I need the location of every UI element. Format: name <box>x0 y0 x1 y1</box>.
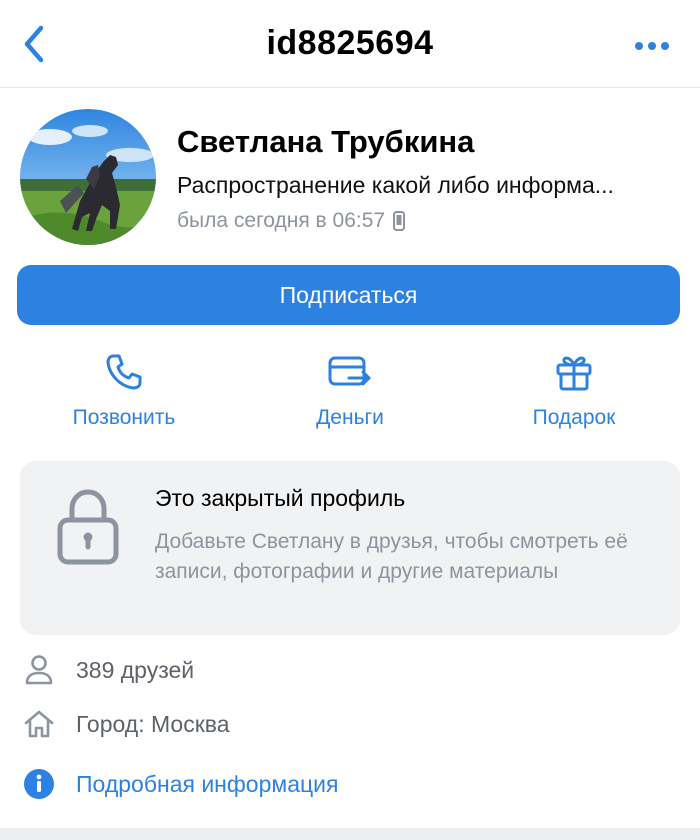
closed-profile-card: Это закрытый профиль Добавьте Светлану в… <box>20 461 680 635</box>
profile-name: Светлана Трубкина <box>177 124 475 159</box>
home-icon <box>24 710 54 738</box>
profile-status[interactable]: Распространение какой либо информа... <box>177 172 677 199</box>
mobile-phone-icon <box>393 211 406 231</box>
gift-icon <box>556 356 592 391</box>
user-icon <box>25 655 53 685</box>
city-text: Город: Москва <box>76 710 230 737</box>
call-action[interactable]: Позвонить <box>24 352 224 442</box>
friends-row[interactable]: 389 друзей <box>22 650 194 690</box>
section-divider <box>0 828 700 840</box>
profile-page: id8825694 Светлана Трубкина Распростране… <box>0 0 700 840</box>
lock-icon <box>57 489 119 565</box>
closed-profile-title: Это закрытый профиль <box>155 485 406 511</box>
details-row[interactable]: Подробная информация <box>22 764 338 804</box>
money-action[interactable]: Деньги <box>250 352 450 442</box>
gift-action-label: Подарок <box>532 406 616 429</box>
phone-icon <box>106 354 142 390</box>
money-action-label: Деньги <box>316 406 384 429</box>
money-transfer-icon <box>328 356 371 386</box>
gift-action[interactable]: Подарок <box>474 352 674 442</box>
friends-count: 389 друзей <box>76 656 195 683</box>
more-options-button[interactable] <box>628 28 676 64</box>
last-seen-text: была сегодня в 06:57 <box>177 209 386 232</box>
avatar[interactable] <box>20 109 156 245</box>
call-action-label: Позвонить <box>72 406 176 429</box>
subscribe-button[interactable]: Подписаться <box>17 265 680 325</box>
details-link[interactable]: Подробная информация <box>76 771 338 798</box>
more-horizontal-icon <box>635 42 669 50</box>
last-seen: была сегодня в 06:57 <box>177 209 406 233</box>
avatar-photo <box>20 109 156 245</box>
page-title: id8825694 <box>266 24 434 62</box>
info-icon <box>24 769 54 799</box>
closed-profile-description: Добавьте Светлану в друзья, чтобы смотре… <box>155 530 628 583</box>
city-row: Город: Москва <box>22 704 230 744</box>
top-navigation-bar: id8825694 <box>0 0 700 88</box>
